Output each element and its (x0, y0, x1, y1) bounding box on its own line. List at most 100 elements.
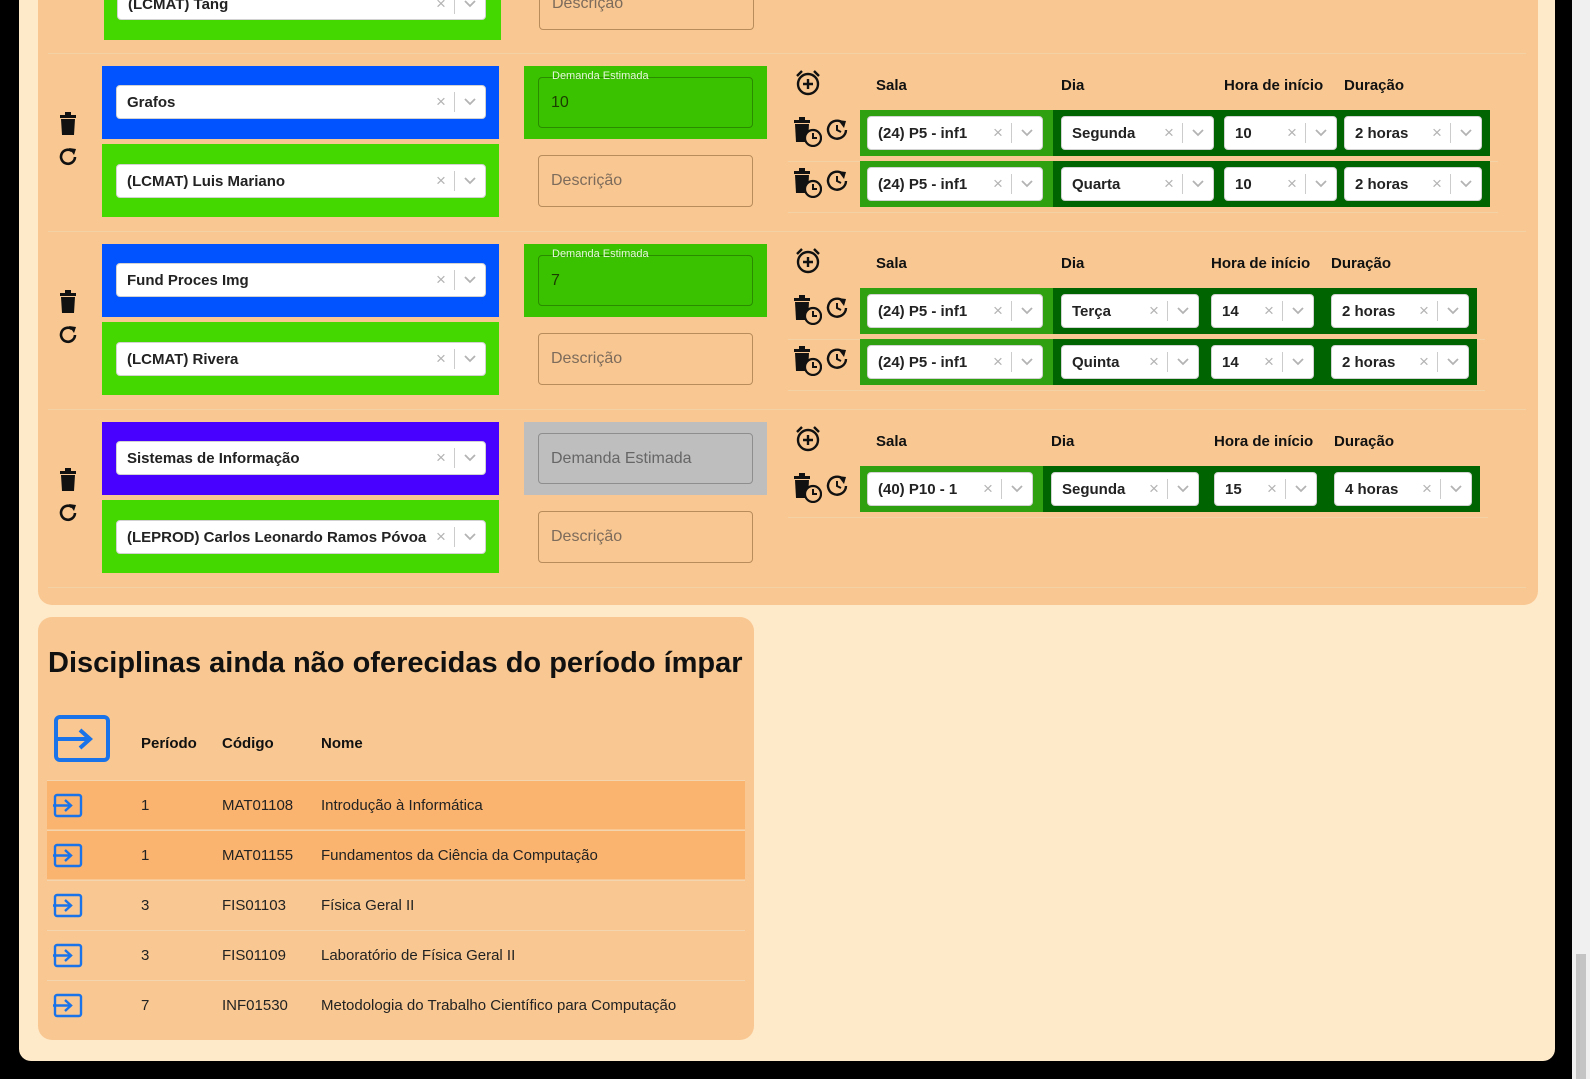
add-schedule-icon[interactable] (794, 425, 822, 453)
offer-discipline-icon[interactable] (53, 793, 83, 819)
delete-schedule-icon[interactable] (792, 346, 822, 376)
duration-select[interactable]: 2 horas × (1331, 345, 1469, 379)
offer-discipline-icon[interactable] (53, 893, 83, 919)
chevron-down-icon[interactable] (1189, 129, 1207, 137)
reset-offer-icon[interactable] (56, 501, 80, 525)
teacher-select[interactable]: (LCMAT) Tang × (117, 0, 486, 20)
duration-select[interactable]: 2 horas × (1344, 116, 1482, 150)
reset-schedule-icon[interactable] (824, 295, 850, 321)
clear-icon[interactable]: × (1258, 352, 1280, 372)
table-row[interactable]: 7 INF01530 Metodologia do Trabalho Científ… (47, 980, 745, 1029)
chevron-down-icon[interactable] (461, 355, 479, 363)
clear-icon[interactable]: × (1261, 479, 1283, 499)
chevron-down-icon[interactable] (461, 177, 479, 185)
day-select[interactable]: Terça × (1061, 294, 1199, 328)
clear-icon[interactable]: × (987, 301, 1009, 321)
chevron-down-icon[interactable] (1447, 485, 1465, 493)
chevron-down-icon[interactable] (461, 533, 479, 541)
chevron-down-icon[interactable] (1292, 485, 1310, 493)
room-select[interactable]: (40) P10 - 1 × (867, 472, 1033, 506)
room-select[interactable]: (24) P5 - inf1 × (867, 345, 1043, 379)
chevron-down-icon[interactable] (1457, 129, 1475, 137)
description-field[interactable]: Descrição (538, 155, 753, 207)
clear-icon[interactable]: × (430, 349, 452, 369)
discipline-select[interactable]: Fund Proces Img × (116, 263, 486, 297)
chevron-down-icon[interactable] (1018, 358, 1036, 366)
clear-icon[interactable]: × (987, 174, 1009, 194)
description-field[interactable]: Descrição (538, 511, 753, 563)
clear-icon[interactable]: × (1426, 123, 1448, 143)
clear-icon[interactable]: × (1143, 479, 1165, 499)
description-field[interactable]: Descrição (538, 333, 753, 385)
clear-icon[interactable]: × (1143, 352, 1165, 372)
clear-icon[interactable]: × (430, 448, 452, 468)
chevron-down-icon[interactable] (1018, 129, 1036, 137)
chevron-down-icon[interactable] (461, 0, 479, 8)
demand-field[interactable]: Demanda Estimada 10 (538, 70, 753, 128)
room-select[interactable]: (24) P5 - inf1 × (867, 294, 1043, 328)
clear-icon[interactable]: × (987, 352, 1009, 372)
table-row[interactable]: 1 MAT01108 Introdução à Informática (47, 780, 745, 829)
chevron-down-icon[interactable] (461, 454, 479, 462)
table-row[interactable]: 1 MAT01155 Fundamentos da Ciência da Compu… (47, 830, 745, 879)
start-hour-select[interactable]: 15 × (1214, 472, 1317, 506)
add-schedule-icon[interactable] (794, 69, 822, 97)
room-select[interactable]: (24) P5 - inf1 × (867, 116, 1043, 150)
start-hour-select[interactable]: 14 × (1211, 345, 1314, 379)
clear-icon[interactable]: × (1258, 301, 1280, 321)
clear-icon[interactable]: × (1416, 479, 1438, 499)
demand-field[interactable]: Demanda Estimada 7 (538, 248, 753, 306)
clear-icon[interactable]: × (977, 479, 999, 499)
teacher-select[interactable]: (LCMAT) Luis Mariano × (116, 164, 486, 198)
duration-select[interactable]: 4 horas × (1334, 472, 1472, 506)
discipline-select[interactable]: Grafos × (116, 85, 486, 119)
delete-schedule-icon[interactable] (792, 473, 822, 503)
clear-icon[interactable]: × (430, 92, 452, 112)
clear-icon[interactable]: × (1426, 174, 1448, 194)
clear-icon[interactable]: × (430, 270, 452, 290)
reset-offer-icon[interactable] (56, 323, 80, 347)
delete-schedule-icon[interactable] (792, 295, 822, 325)
discipline-select[interactable]: Sistemas de Informação × (116, 441, 486, 475)
teacher-select[interactable]: (LCMAT) Rivera × (116, 342, 486, 376)
chevron-down-icon[interactable] (1174, 307, 1192, 315)
clear-icon[interactable]: × (1143, 301, 1165, 321)
delete-offer-icon[interactable] (56, 111, 80, 137)
chevron-down-icon[interactable] (1174, 485, 1192, 493)
start-hour-select[interactable]: 14 × (1211, 294, 1314, 328)
room-select[interactable]: (24) P5 - inf1 × (867, 167, 1043, 201)
day-select[interactable]: Quinta × (1061, 345, 1199, 379)
delete-offer-icon[interactable] (56, 289, 80, 315)
chevron-down-icon[interactable] (1457, 180, 1475, 188)
start-hour-select[interactable]: 10 × (1224, 167, 1337, 201)
clear-icon[interactable]: × (1281, 174, 1303, 194)
clear-icon[interactable]: × (1413, 352, 1435, 372)
clear-icon[interactable]: × (1158, 174, 1180, 194)
day-select[interactable]: Quarta × (1061, 167, 1214, 201)
day-select[interactable]: Segunda × (1051, 472, 1199, 506)
clear-icon[interactable]: × (987, 123, 1009, 143)
chevron-down-icon[interactable] (1189, 180, 1207, 188)
clear-icon[interactable]: × (430, 0, 452, 14)
offer-discipline-icon[interactable] (53, 993, 83, 1019)
chevron-down-icon[interactable] (1289, 307, 1307, 315)
clear-icon[interactable]: × (1158, 123, 1180, 143)
reset-schedule-icon[interactable] (824, 473, 850, 499)
chevron-down-icon[interactable] (1008, 485, 1026, 493)
table-row[interactable]: 3 FIS01103 Física Geral II (47, 880, 745, 929)
clear-icon[interactable]: × (1413, 301, 1435, 321)
chevron-down-icon[interactable] (1444, 307, 1462, 315)
clear-icon[interactable]: × (430, 527, 452, 547)
day-select[interactable]: Segunda × (1061, 116, 1214, 150)
chevron-down-icon[interactable] (461, 98, 479, 106)
chevron-down-icon[interactable] (461, 276, 479, 284)
duration-select[interactable]: 2 horas × (1331, 294, 1469, 328)
reset-schedule-icon[interactable] (824, 117, 850, 143)
start-hour-select[interactable]: 10 × (1224, 116, 1337, 150)
offer-discipline-icon[interactable] (53, 843, 83, 869)
offer-discipline-icon[interactable] (53, 943, 83, 969)
chevron-down-icon[interactable] (1312, 129, 1330, 137)
chevron-down-icon[interactable] (1174, 358, 1192, 366)
vertical-scrollbar[interactable] (1572, 0, 1590, 1079)
reset-offer-icon[interactable] (56, 145, 80, 169)
